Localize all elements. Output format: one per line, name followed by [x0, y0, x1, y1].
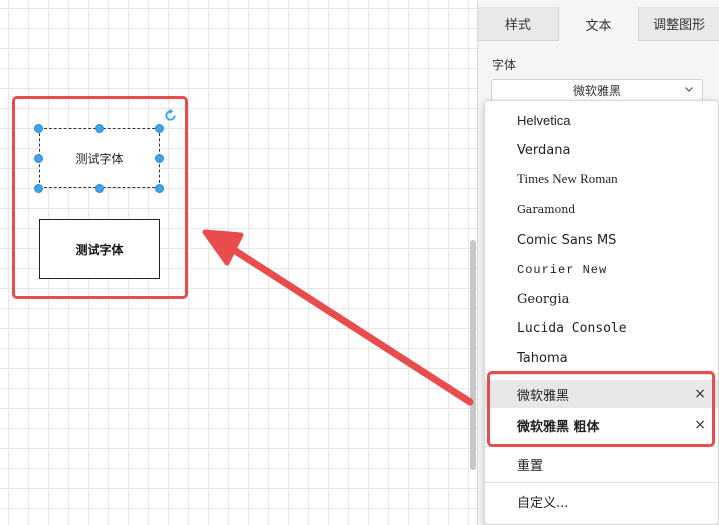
- font-option-garamond[interactable]: Garamond: [485, 195, 718, 223]
- font-option-comic-sans[interactable]: Comic Sans MS: [485, 226, 718, 254]
- font-custom-item[interactable]: 自定义...: [485, 487, 718, 515]
- resize-handle-ne[interactable]: [155, 124, 164, 133]
- resize-handle-se[interactable]: [155, 184, 164, 193]
- resize-handle-nw[interactable]: [34, 124, 43, 133]
- resize-handle-w[interactable]: [34, 154, 43, 163]
- font-label: 字体: [492, 58, 517, 72]
- highlight-frame-custom-fonts: [487, 371, 715, 447]
- resize-handle-sw[interactable]: [34, 184, 43, 193]
- menu-divider: [485, 482, 718, 483]
- font-option-lucida-console[interactable]: Lucida Console: [485, 314, 718, 342]
- resize-handle-n[interactable]: [95, 124, 104, 133]
- shape-selected-text[interactable]: 测试字体: [39, 128, 160, 188]
- font-option-georgia[interactable]: Georgia: [485, 285, 718, 313]
- shape-selected-label: 测试字体: [75, 151, 124, 166]
- font-family-select[interactable]: 微软雅黑: [491, 79, 703, 101]
- font-reset-item[interactable]: 重置: [485, 450, 718, 478]
- resize-handle-e[interactable]: [155, 154, 164, 163]
- font-option-verdana[interactable]: Verdana: [485, 136, 718, 164]
- chevron-down-icon: [685, 87, 693, 92]
- font-option-tahoma[interactable]: Tahoma: [485, 344, 718, 372]
- font-option-helvetica[interactable]: Helvetica: [485, 106, 718, 134]
- font-option-courier-new[interactable]: Courier New: [485, 256, 718, 284]
- panel-tabs: 样式 文本 调整图形: [478, 7, 719, 41]
- tab-text[interactable]: 文本: [558, 7, 640, 41]
- font-select-value: 微软雅黑: [572, 83, 621, 98]
- canvas-scrollbar[interactable]: [470, 240, 476, 470]
- tab-style[interactable]: 样式: [478, 7, 559, 41]
- resize-handle-s[interactable]: [95, 184, 104, 193]
- tab-arrange[interactable]: 调整图形: [639, 7, 719, 41]
- shape-bold-label: 测试字体: [75, 242, 124, 257]
- shape-bold-text[interactable]: 测试字体: [39, 219, 160, 279]
- rotate-icon[interactable]: [163, 108, 178, 123]
- font-option-times-new-roman[interactable]: Times New Roman: [485, 165, 718, 193]
- font-dropdown-menu: Helvetica Verdana Times New Roman Garamo…: [484, 100, 719, 525]
